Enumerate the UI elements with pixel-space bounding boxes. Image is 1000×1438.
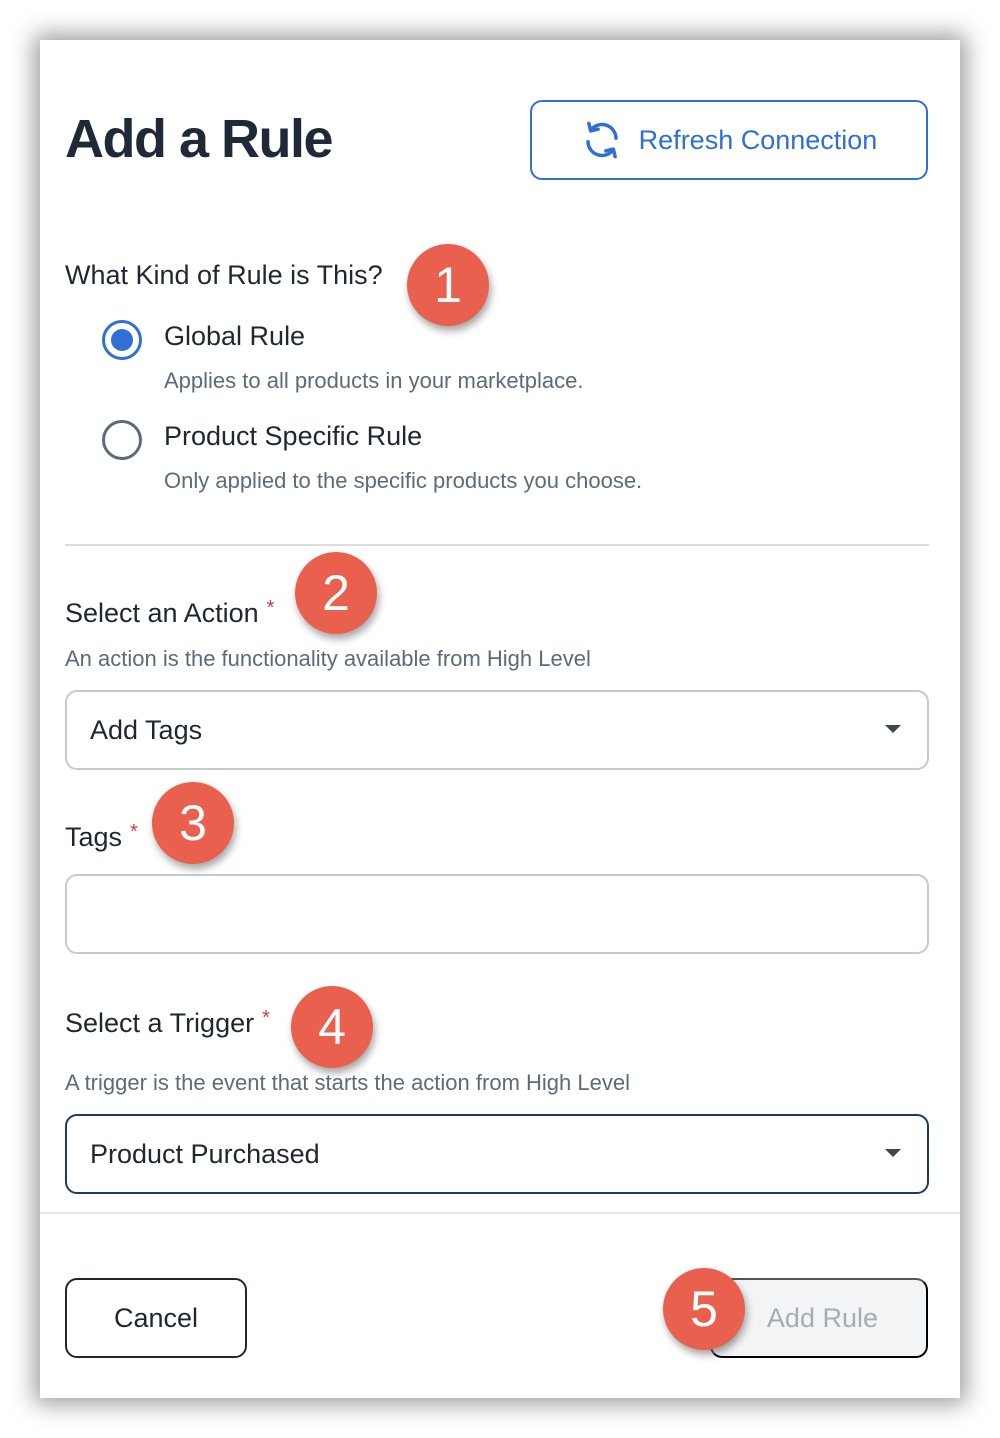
action-select[interactable]: Add Tags [65, 690, 929, 770]
rule-kind-question: What Kind of Rule is This? [65, 260, 383, 290]
refresh-connection-label: Refresh Connection [638, 124, 878, 155]
trigger-select[interactable]: Product Purchased [65, 1114, 929, 1194]
annotation-badge-4: 4 [291, 986, 373, 1068]
product-specific-rule-label[interactable]: Product Specific Rule [164, 421, 422, 452]
chevron-down-icon [885, 725, 901, 733]
tags-label-text: Tags [65, 822, 123, 852]
product-specific-rule-radio[interactable] [102, 420, 142, 460]
action-required-mark: * [266, 597, 275, 619]
tags-label: Tags * [65, 821, 138, 853]
trigger-select-value: Product Purchased [90, 1138, 320, 1169]
action-label: Select an Action * [65, 597, 275, 629]
action-help-text: An action is the functionality available… [65, 646, 591, 671]
section-divider [65, 544, 929, 546]
tags-required-mark: * [130, 821, 138, 843]
refresh-icon [585, 121, 618, 159]
global-rule-label[interactable]: Global Rule [164, 321, 305, 352]
trigger-help-text: A trigger is the event that starts the a… [65, 1070, 630, 1095]
tags-input[interactable] [65, 874, 929, 954]
annotation-badge-1: 1 [407, 244, 489, 326]
action-select-value: Add Tags [90, 714, 203, 745]
trigger-label-text: Select a Trigger [65, 1008, 255, 1038]
cancel-button[interactable]: Cancel [65, 1278, 247, 1358]
footer-divider [40, 1212, 960, 1214]
action-label-text: Select an Action [65, 598, 259, 628]
global-rule-radio[interactable] [102, 320, 142, 360]
trigger-required-mark: * [262, 1007, 270, 1029]
global-rule-description: Applies to all products in your marketpl… [164, 368, 584, 393]
product-specific-rule-description: Only applied to the specific products yo… [164, 468, 643, 493]
annotation-badge-3: 3 [152, 782, 234, 864]
annotation-badge-5: 5 [663, 1268, 745, 1350]
refresh-connection-button[interactable]: Refresh Connection [530, 100, 928, 180]
page-title: Add a Rule [65, 109, 334, 169]
trigger-label: Select a Trigger * [65, 1007, 270, 1039]
chevron-down-icon [885, 1149, 901, 1157]
add-rule-modal: Add a Rule Refresh Connection What Kind … [40, 40, 960, 1398]
annotation-badge-2: 2 [295, 552, 377, 634]
